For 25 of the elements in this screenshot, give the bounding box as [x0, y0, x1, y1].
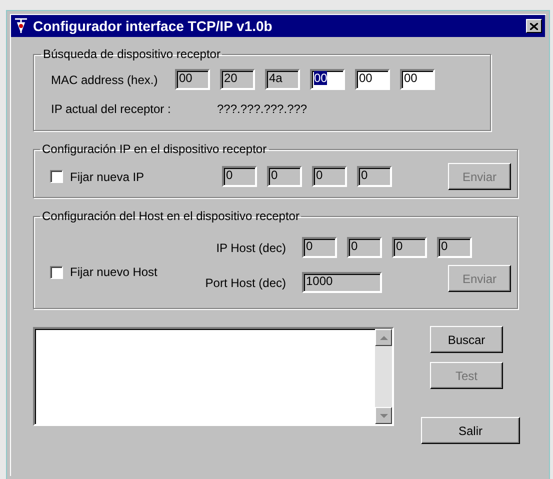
window-title: Configurador interface TCP/IP v1.0b [33, 16, 274, 36]
ip-host-label: IP Host (dec) [215, 240, 287, 256]
ip-label: IP actual del receptor : [51, 101, 172, 118]
scroll-down-button[interactable] [375, 407, 392, 424]
port-host-label: Port Host (dec) [204, 274, 287, 292]
tower-icon [14, 17, 28, 35]
ip-value: ???.???.???.??? [217, 101, 308, 118]
mac-label: MAC address (hex.) [51, 72, 159, 88]
checkbox[interactable]: Fijar nueva IP [50, 168, 222, 186]
text-field[interactable]: 00 [310, 69, 345, 90]
text-field[interactable]: 00 [400, 69, 435, 90]
button[interactable]: Salir [421, 417, 520, 444]
close-button[interactable] [526, 19, 542, 33]
log-list[interactable] [33, 327, 394, 426]
scrollbar[interactable] [375, 329, 392, 424]
down-arrow-icon [380, 414, 388, 418]
close-icon [530, 22, 538, 30]
group-title: Búsqueda de dispositivo receptor [42, 46, 222, 63]
group-title: Configuración IP en el dispositivo receptor [41, 141, 268, 158]
button[interactable]: Buscar [430, 326, 503, 353]
up-arrow-icon [380, 336, 388, 340]
group-title: Configuración del Host en el dispositivo receptor [41, 208, 300, 225]
scroll-up-button[interactable] [375, 329, 392, 346]
checkbox[interactable]: Fijar nuevo Host [50, 263, 189, 281]
text-field[interactable]: 00 [355, 69, 390, 90]
